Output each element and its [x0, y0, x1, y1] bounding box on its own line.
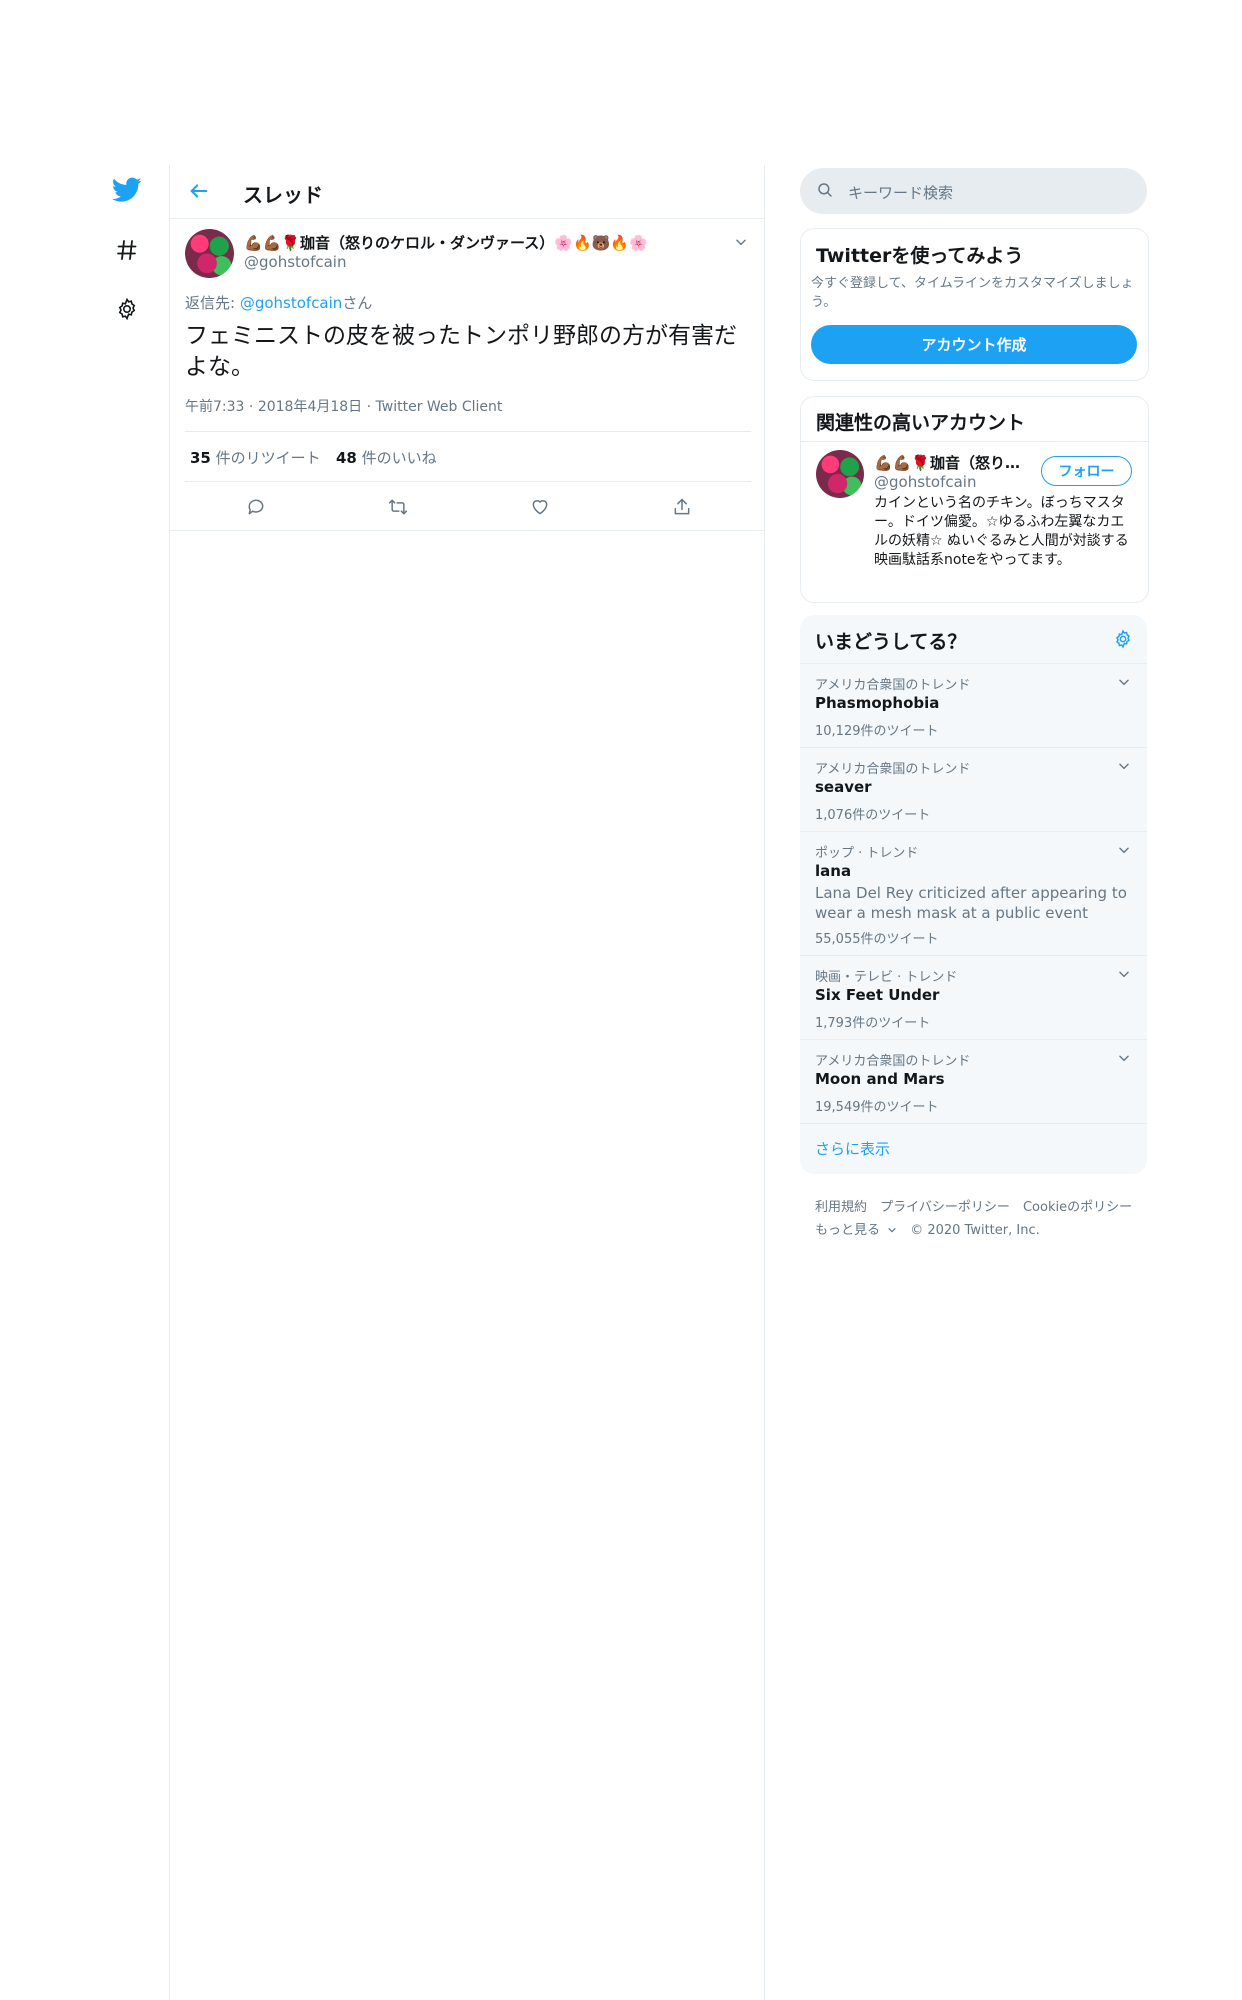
related-title: 関連性の高いアカウント [816, 412, 1026, 434]
reply-to-line: 返信先: @gohstofcainさん [185, 292, 372, 313]
center-column-left-border [169, 165, 170, 2000]
trend-count: 19,549件のツイート [815, 1100, 939, 1115]
trend-item[interactable]: アメリカ合衆国のトレンド Moon and Mars 19,549件のツイート [800, 1039, 1147, 1124]
footer-more-link[interactable]: もっと見る [815, 1223, 880, 1238]
tweet-time[interactable]: 午前7:33 [185, 399, 244, 415]
trend-item[interactable]: アメリカ合衆国のトレンド seaver 1,076件のツイート [800, 747, 1147, 832]
search-placeholder: キーワード検索 [848, 184, 954, 202]
retweet-label: 件のリツイート [210, 449, 321, 467]
related-account-name[interactable]: 💪🏾💪🏾🌹珈音（怒り… [874, 452, 1020, 473]
footer-more-chevron-icon[interactable] [887, 1220, 897, 1239]
chevron-down-icon[interactable] [1117, 966, 1131, 980]
trend-count: 10,129件のツイート [815, 724, 939, 739]
trend-count: 1,793件のツイート [815, 1016, 931, 1031]
related-account-bio: カインという名のチキン。ぼっちマスター。ドイツ偏愛。☆ゆるふわ左翼なカエルの妖精… [874, 495, 1129, 568]
trend-context: アメリカ合衆国のトレンド [815, 678, 971, 693]
search-icon [816, 181, 836, 201]
trend-context: 映画・テレビ · トレンド [815, 970, 958, 985]
center-column-right-border [764, 165, 765, 2000]
show-more-link[interactable]: さらに表示 [815, 1138, 890, 1159]
tweet-author-handle[interactable]: @gohstofcain [244, 253, 346, 271]
tweet-author-name[interactable]: 💪🏾💪🏾🌹珈音（怒りのケロル・ダンヴァース）🌸🔥🐻🔥🌸 [244, 232, 648, 253]
tweet-author-avatar[interactable] [185, 229, 234, 278]
like-stat[interactable]: 48 件のいいね [336, 447, 437, 468]
footer-links-row-1: 利用規約 プライバシーポリシー Cookieのポリシー [815, 1196, 1132, 1215]
trends-title: いまどうしてる？ [815, 631, 967, 653]
retweet-icon[interactable] [385, 494, 411, 520]
create-account-button[interactable]: アカウント作成 [811, 325, 1137, 364]
tweet-text: フェミニストの皮を被ったトンポリ野郎の方が有害だよな。 [185, 323, 737, 380]
trends-card: いまどうしてる？ アメリカ合衆国のトレンド Phasmophobia 10,12… [800, 615, 1147, 1174]
tweet-date[interactable]: 2018年4月18日 [258, 399, 362, 415]
trend-name: lana [815, 862, 852, 880]
trend-name: seaver [815, 778, 872, 796]
trend-item[interactable]: 映画・テレビ · トレンド Six Feet Under 1,793件のツイート [800, 955, 1147, 1040]
reply-suffix: さん [342, 294, 373, 312]
trend-name: Phasmophobia [815, 694, 940, 712]
trend-count: 55,055件のツイート [815, 932, 939, 947]
chevron-down-icon[interactable] [1117, 842, 1131, 856]
footer-copyright: © 2020 Twitter, Inc. [910, 1223, 1040, 1238]
trend-description: Lana Del Rey criticized after appearing … [815, 884, 1127, 922]
trend-item[interactable]: アメリカ合衆国のトレンド Phasmophobia 10,129件のツイート [800, 663, 1147, 748]
trend-name: Six Feet Under [815, 986, 940, 1004]
related-account-handle[interactable]: @gohstofcain [874, 473, 976, 491]
trend-item[interactable]: ポップ · トレンド lana Lana Del Rey criticized … [800, 831, 1147, 956]
trend-context: アメリカ合衆国のトレンド [815, 762, 971, 777]
hashtag-explore-icon[interactable] [110, 233, 144, 267]
tweet-client: Twitter Web Client [375, 399, 503, 415]
follow-button[interactable]: フォロー [1041, 456, 1132, 486]
footer-privacy-link[interactable]: プライバシーポリシー [880, 1200, 1010, 1215]
meta-divider [185, 431, 751, 432]
back-arrow-icon[interactable] [188, 180, 214, 206]
trend-name: Moon and Mars [815, 1070, 945, 1088]
header-divider [170, 218, 764, 219]
like-count: 48 [336, 449, 357, 467]
chevron-down-icon[interactable] [734, 234, 750, 250]
trend-context: ポップ · トレンド [815, 846, 919, 861]
footer-cookie-link[interactable]: Cookieのポリシー [1023, 1200, 1132, 1215]
trends-settings-gear-icon[interactable] [1113, 629, 1135, 651]
like-heart-icon[interactable] [527, 494, 553, 520]
retweet-stat[interactable]: 35 件のリツイート [190, 447, 321, 468]
chevron-down-icon[interactable] [1117, 758, 1131, 772]
stats-divider [185, 481, 751, 482]
search-box[interactable]: キーワード検索 [800, 168, 1147, 214]
share-icon[interactable] [669, 494, 695, 520]
reply-to-handle-link[interactable]: @gohstofcain [240, 294, 342, 312]
reply-icon[interactable] [243, 494, 269, 520]
settings-gear-icon[interactable] [110, 292, 144, 326]
chevron-down-icon[interactable] [1117, 674, 1131, 688]
reply-prefix: 返信先: [185, 294, 240, 312]
tweet-meta: 午前7:33 · 2018年4月18日 · Twitter Web Client [185, 399, 503, 415]
page-title: スレッド [243, 183, 323, 207]
related-accounts-card: 関連性の高いアカウント 💪🏾💪🏾🌹珈音（怒り… @gohstofcain フォロ… [800, 396, 1149, 603]
footer-terms-link[interactable]: 利用規約 [815, 1200, 867, 1215]
signup-title: Twitterを使ってみよう [816, 245, 1024, 267]
signup-card: Twitterを使ってみよう 今すぐ登録して、タイムラインをカスタマイズしましょ… [800, 228, 1149, 381]
signup-subtitle: 今すぐ登録して、タイムラインをカスタマイズしましょう。 [811, 276, 1134, 310]
related-divider [801, 441, 1148, 442]
retweet-count: 35 [190, 449, 211, 467]
chevron-down-icon[interactable] [1117, 1050, 1131, 1064]
like-label: 件のいいね [356, 449, 437, 467]
trend-context: アメリカ合衆国のトレンド [815, 1054, 971, 1069]
twitter-logo-icon[interactable] [110, 173, 144, 207]
tweet-bottom-divider [170, 530, 764, 531]
show-more-row[interactable]: さらに表示 [800, 1123, 1147, 1175]
trend-count: 1,076件のツイート [815, 808, 931, 823]
footer-links-row-2: もっと見る © 2020 Twitter, Inc. [815, 1219, 1040, 1239]
related-account-avatar[interactable] [816, 450, 864, 498]
